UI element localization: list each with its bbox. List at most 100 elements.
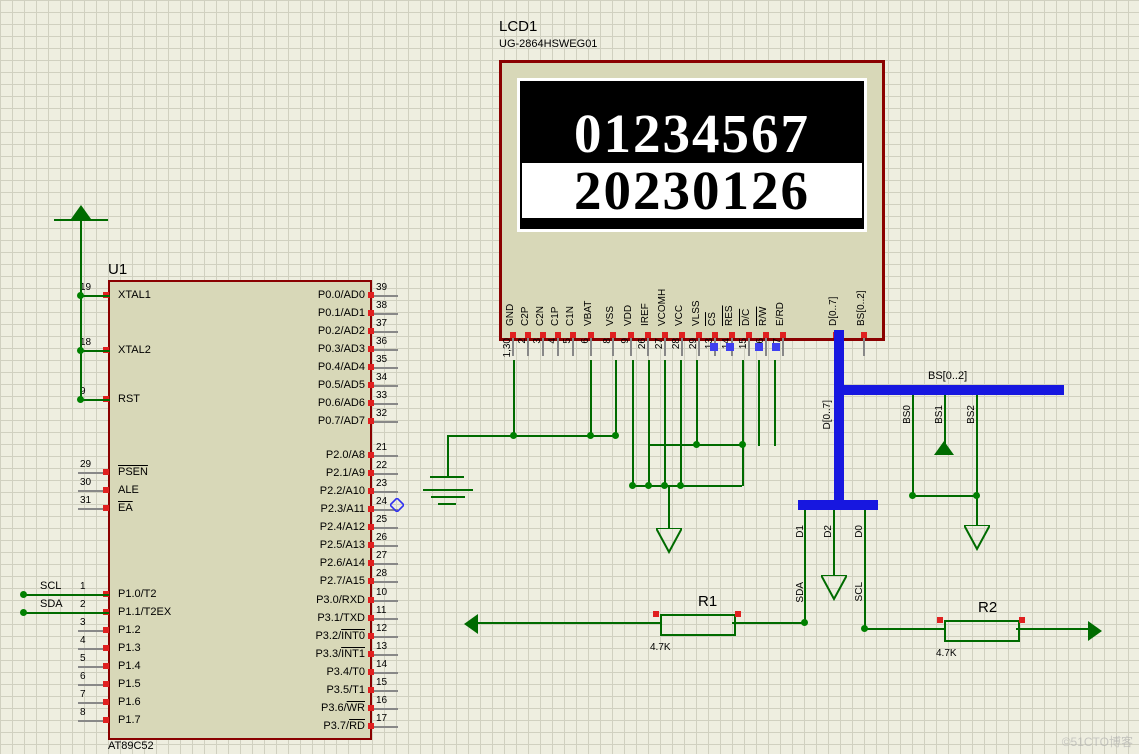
junction-dot <box>677 482 684 489</box>
lcd-pin-name: VCC <box>674 270 685 326</box>
pin-name: ALE <box>118 484 139 496</box>
pin-marker <box>653 611 659 617</box>
pin-name: P1.3 <box>118 642 141 654</box>
component-r1[interactable] <box>660 614 736 636</box>
pin-num: 5 <box>80 653 86 664</box>
junction-dot <box>77 347 84 354</box>
pin-num: 3 <box>80 617 86 628</box>
wire <box>513 360 515 436</box>
junction-dot <box>801 619 808 626</box>
arrow-icon <box>464 614 478 634</box>
lcd1-part: UG-2864HSWEG01 <box>499 38 597 50</box>
pin-name: P0.3/AD3 <box>318 343 365 355</box>
pin-marker <box>368 382 374 388</box>
pin-marker <box>103 681 109 687</box>
pin-lead <box>527 338 529 356</box>
pin-name: P3.5/T1 <box>326 684 365 696</box>
pin-name: P2.7/A15 <box>320 575 365 587</box>
junction-dot <box>973 492 980 499</box>
wire <box>632 360 634 486</box>
wire <box>774 360 776 446</box>
pin-marker <box>103 645 109 651</box>
pin-lead <box>748 338 750 356</box>
pin-lead <box>664 338 666 356</box>
pin-marker <box>368 597 374 603</box>
watermark: ©51CTO博客 <box>1062 733 1133 750</box>
wire <box>742 360 744 446</box>
pin-name: P2.4/A12 <box>320 521 365 533</box>
pin-num: 12 <box>376 623 387 634</box>
pin-marker <box>368 615 374 621</box>
pin-name: P3.7/RD <box>323 720 365 732</box>
junction-dot <box>612 432 619 439</box>
pin-marker <box>368 651 374 657</box>
pin-num: 8 <box>80 707 86 718</box>
pin-marker <box>368 400 374 406</box>
component-r2[interactable] <box>944 620 1020 642</box>
wire <box>80 295 110 297</box>
junction-dot <box>587 432 594 439</box>
pin-lead <box>590 338 592 356</box>
net-terminal <box>20 591 27 598</box>
pin-name: P3.3/INT1 <box>315 648 365 660</box>
lcd-line1: 01234567 <box>520 106 864 161</box>
label-bs-range: BS[0..2] <box>928 370 967 382</box>
pin-name: P3.0/RXD <box>316 594 365 606</box>
lcd-pin-name: D[0..7] <box>828 270 839 326</box>
pin-marker <box>368 292 374 298</box>
label-scl: SCL <box>40 580 61 592</box>
ground-symbol-icon <box>964 525 990 554</box>
lcd-pin-name: RES <box>724 270 735 326</box>
pin-name: P2.0/A8 <box>326 449 365 461</box>
pin-num: 29 <box>80 459 91 470</box>
pin-name: P0.6/AD6 <box>318 397 365 409</box>
pin-name: P3.6/WR <box>321 702 365 714</box>
pin-marker <box>368 542 374 548</box>
r1-refdes: R1 <box>698 593 717 610</box>
pin-name: XTAL2 <box>118 344 151 356</box>
ground-symbol-icon <box>423 489 473 491</box>
wire <box>1016 628 1088 630</box>
lcd-pin-name: CS <box>707 270 718 326</box>
pin-lead <box>557 338 559 356</box>
wire <box>80 220 82 400</box>
pin-marker <box>368 524 374 530</box>
wire <box>742 444 744 486</box>
pin-state-icon <box>726 343 734 351</box>
pin-marker <box>735 611 741 617</box>
junction-dot <box>645 482 652 489</box>
wire <box>447 435 449 477</box>
label-bs1: BS1 <box>934 405 945 424</box>
pin-marker <box>103 487 109 493</box>
wire <box>976 495 978 525</box>
pin-name: P1.1/T2EX <box>118 606 171 618</box>
pin-marker <box>1019 617 1025 623</box>
lcd-pin-name: C1N <box>565 270 576 326</box>
pin-num: 15 <box>376 677 387 688</box>
wire <box>696 360 698 446</box>
ground-symbol-icon <box>821 575 847 604</box>
wire <box>648 360 650 486</box>
pin-num: 30 <box>80 477 91 488</box>
pin-marker <box>368 669 374 675</box>
vcc-arrow-icon <box>934 441 954 455</box>
label-bs0: BS0 <box>902 405 913 424</box>
pin-name: P1.7 <box>118 714 141 726</box>
wire <box>758 360 760 446</box>
junction-dot <box>77 292 84 299</box>
pin-num: 6 <box>80 671 86 682</box>
pin-lead <box>647 338 649 356</box>
pin-lead <box>572 338 574 356</box>
junction-dot <box>77 396 84 403</box>
pin-name: P0.7/AD7 <box>318 415 365 427</box>
pin-marker <box>368 506 374 512</box>
lcd-pin-name: VSS <box>605 270 616 326</box>
wire <box>912 495 978 497</box>
pin-name: P0.2/AD2 <box>318 325 365 337</box>
pin-lead <box>681 338 683 356</box>
pin-lead <box>863 338 865 356</box>
u1-part: AT89C52 <box>108 740 154 752</box>
pin-num: 27 <box>376 550 387 561</box>
bus-d <box>798 500 878 510</box>
pin-name: P0.1/AD1 <box>318 307 365 319</box>
